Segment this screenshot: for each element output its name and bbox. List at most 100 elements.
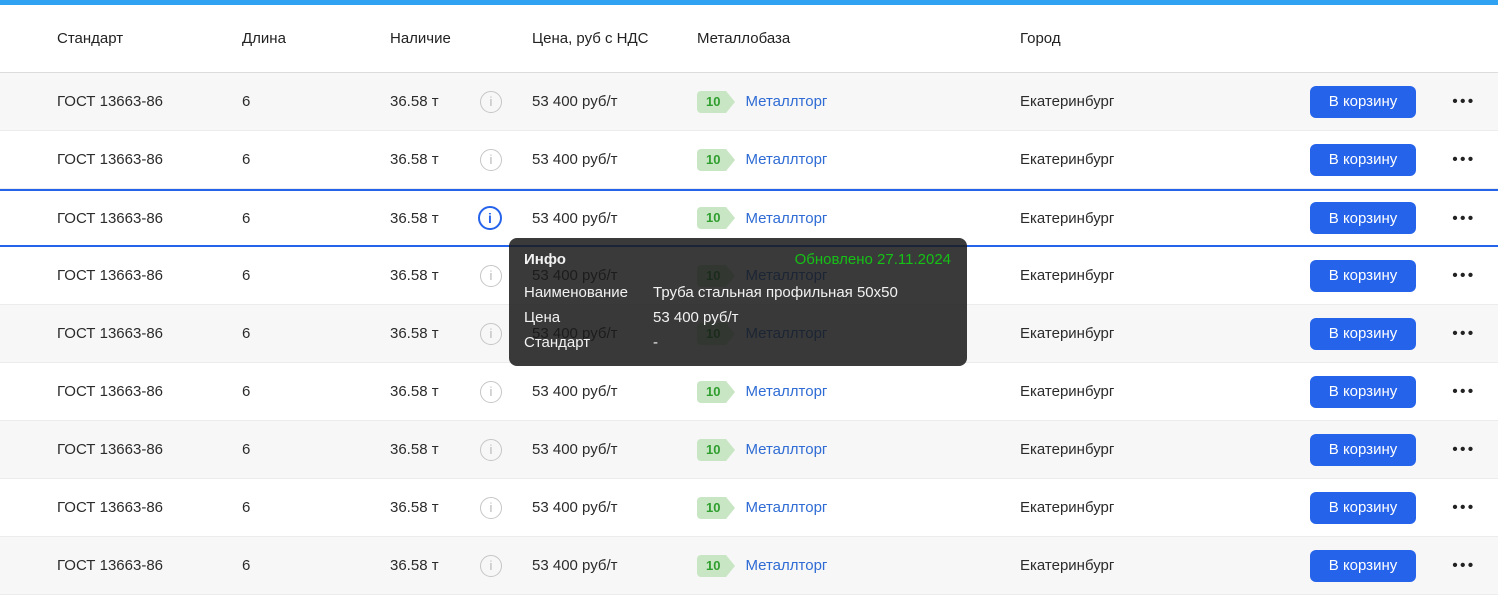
vendor-cell: 10 Металлторг xyxy=(697,555,1020,577)
city-cell: Екатеринбург xyxy=(1020,210,1310,227)
city-cell: Екатеринбург xyxy=(1020,151,1310,168)
vendor-link[interactable]: Металлторг xyxy=(745,557,827,574)
city-cell: Екатеринбург xyxy=(1020,325,1310,342)
stock-value: 36.58 т xyxy=(390,325,439,342)
stock-cell: 36.58 т i xyxy=(390,555,532,577)
add-to-cart-button[interactable]: В корзину xyxy=(1310,86,1416,118)
vendor-badge: 10 xyxy=(697,497,726,519)
standard-cell: ГОСТ 13663-86 xyxy=(57,267,242,284)
price-cell: 53 400 руб/т xyxy=(532,557,697,574)
length-cell: 6 xyxy=(242,151,390,168)
stock-value: 36.58 т xyxy=(390,151,439,168)
more-options-button[interactable]: ••• xyxy=(1450,210,1475,227)
vendor-badge: 10 xyxy=(697,207,726,229)
column-header-price: Цена, руб с НДС xyxy=(532,30,697,47)
standard-cell: ГОСТ 13663-86 xyxy=(57,383,242,400)
length-cell: 6 xyxy=(242,499,390,516)
standard-cell: ГОСТ 13663-86 xyxy=(57,93,242,110)
vendor-cell: 10 Металлторг xyxy=(697,149,1020,171)
add-to-cart-button[interactable]: В корзину xyxy=(1310,318,1416,350)
length-cell: 6 xyxy=(242,383,390,400)
more-options-button[interactable]: ••• xyxy=(1450,383,1475,400)
more-options-button[interactable]: ••• xyxy=(1450,325,1475,342)
info-icon[interactable]: i xyxy=(480,439,502,461)
info-icon[interactable]: i xyxy=(480,555,502,577)
tooltip-field-value: Труба стальная профильная 50x50 xyxy=(653,284,951,301)
price-cell: 53 400 руб/т xyxy=(532,93,697,110)
more-options-button[interactable]: ••• xyxy=(1450,557,1475,574)
length-cell: 6 xyxy=(242,210,390,227)
add-to-cart-button[interactable]: В корзину xyxy=(1310,202,1416,234)
more-options-button[interactable]: ••• xyxy=(1450,151,1475,168)
standard-cell: ГОСТ 13663-86 xyxy=(57,499,242,516)
column-header-standard: Стандарт xyxy=(57,30,242,47)
standard-cell: ГОСТ 13663-86 xyxy=(57,557,242,574)
standard-cell: ГОСТ 13663-86 xyxy=(57,325,242,342)
stock-cell: 36.58 т i xyxy=(390,497,532,519)
stock-value: 36.58 т xyxy=(390,441,439,458)
vendor-link[interactable]: Металлторг xyxy=(745,151,827,168)
vendor-cell: 10 Металлторг xyxy=(697,207,1020,229)
vendor-badge: 10 xyxy=(697,91,726,113)
table-row: ГОСТ 13663-86 6 36.58 т i 53 400 руб/т 1… xyxy=(0,421,1498,479)
vendor-cell: 10 Металлторг xyxy=(697,91,1020,113)
column-header-length: Длина xyxy=(242,30,390,47)
add-to-cart-button[interactable]: В корзину xyxy=(1310,144,1416,176)
length-cell: 6 xyxy=(242,441,390,458)
stock-cell: 36.58 т i xyxy=(390,91,532,113)
info-icon[interactable]: i xyxy=(480,497,502,519)
more-options-button[interactable]: ••• xyxy=(1450,441,1475,458)
stock-value: 36.58 т xyxy=(390,210,439,227)
price-cell: 53 400 руб/т xyxy=(532,499,697,516)
info-icon[interactable]: i xyxy=(480,381,502,403)
stock-value: 36.58 т xyxy=(390,557,439,574)
tooltip-field-label: Наименование xyxy=(524,284,653,301)
city-cell: Екатеринбург xyxy=(1020,383,1310,400)
info-icon[interactable]: i xyxy=(480,149,502,171)
price-cell: 53 400 руб/т xyxy=(532,383,697,400)
price-cell: 53 400 руб/т xyxy=(532,441,697,458)
price-cell: 53 400 руб/т xyxy=(532,210,697,227)
price-cell: 53 400 руб/т xyxy=(532,151,697,168)
table-row: ГОСТ 13663-86 6 36.58 т i 53 400 руб/т 1… xyxy=(0,537,1498,595)
vendor-badge: 10 xyxy=(697,439,726,461)
add-to-cart-button[interactable]: В корзину xyxy=(1310,376,1416,408)
length-cell: 6 xyxy=(242,557,390,574)
stock-cell: 36.58 т i xyxy=(390,439,532,461)
add-to-cart-button[interactable]: В корзину xyxy=(1310,434,1416,466)
vendor-cell: 10 Металлторг xyxy=(697,497,1020,519)
add-to-cart-button[interactable]: В корзину xyxy=(1310,550,1416,582)
standard-cell: ГОСТ 13663-86 xyxy=(57,151,242,168)
tooltip-updated-date: Обновлено 27.11.2024 xyxy=(795,251,951,268)
tooltip-field-label: Цена xyxy=(524,309,653,326)
more-options-button[interactable]: ••• xyxy=(1450,267,1475,284)
more-options-button[interactable]: ••• xyxy=(1450,93,1475,110)
vendor-cell: 10 Металлторг xyxy=(697,439,1020,461)
vendor-link[interactable]: Металлторг xyxy=(745,383,827,400)
length-cell: 6 xyxy=(242,325,390,342)
vendor-link[interactable]: Металлторг xyxy=(745,499,827,516)
vendor-cell: 10 Металлторг xyxy=(697,381,1020,403)
length-cell: 6 xyxy=(242,267,390,284)
vendor-link[interactable]: Металлторг xyxy=(745,93,827,110)
city-cell: Екатеринбург xyxy=(1020,557,1310,574)
info-icon[interactable]: i xyxy=(480,323,502,345)
add-to-cart-button[interactable]: В корзину xyxy=(1310,492,1416,524)
length-cell: 6 xyxy=(242,93,390,110)
tooltip-field-value: 53 400 руб/т xyxy=(653,309,951,326)
info-icon[interactable]: i xyxy=(480,265,502,287)
add-to-cart-button[interactable]: В корзину xyxy=(1310,260,1416,292)
info-icon[interactable]: i xyxy=(480,91,502,113)
stock-cell: 36.58 т i xyxy=(390,381,532,403)
tooltip-field-row: Наименование Труба стальная профильная 5… xyxy=(524,284,951,301)
tooltip-field-row: Стандарт - xyxy=(524,334,951,351)
city-cell: Екатеринбург xyxy=(1020,441,1310,458)
vendor-link[interactable]: Металлторг xyxy=(745,441,827,458)
tooltip-field-value: - xyxy=(653,334,951,351)
standard-cell: ГОСТ 13663-86 xyxy=(57,210,242,227)
tooltip-field-label: Стандарт xyxy=(524,334,653,351)
vendor-link[interactable]: Металлторг xyxy=(745,210,827,227)
more-options-button[interactable]: ••• xyxy=(1450,499,1475,516)
column-header-stock: Наличие xyxy=(390,30,532,47)
info-icon[interactable]: i xyxy=(478,206,502,230)
